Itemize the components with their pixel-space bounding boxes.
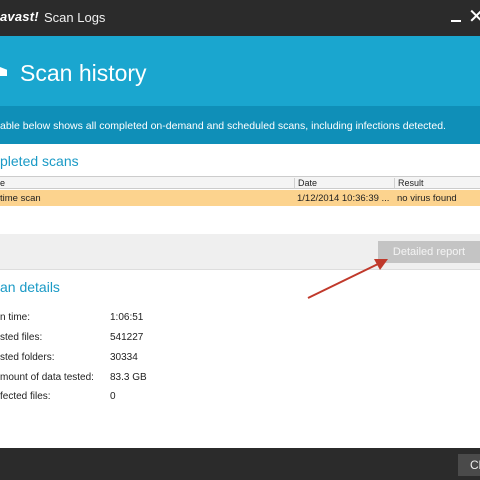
title-bar: avast! Scan Logs ✕ bbox=[0, 0, 480, 36]
history-icon bbox=[0, 67, 7, 76]
detail-value: 30334 bbox=[110, 352, 138, 363]
detail-value: 541227 bbox=[110, 332, 144, 343]
avast-logo: avast! bbox=[0, 9, 39, 24]
column-header-result[interactable]: Result bbox=[394, 178, 424, 189]
footer-bar: Cl bbox=[0, 448, 480, 480]
detail-label: n time: bbox=[0, 312, 31, 323]
window-title: Scan Logs bbox=[44, 10, 106, 25]
column-header-date[interactable]: Date bbox=[294, 178, 317, 189]
scan-result-cell: no virus found bbox=[397, 193, 457, 204]
detail-value: 1:06:51 bbox=[110, 312, 144, 323]
detail-label: sted files: bbox=[0, 332, 43, 343]
detail-value: 0 bbox=[110, 391, 116, 402]
completed-scans-title: pleted scans bbox=[0, 153, 79, 169]
page-header: Scan history bbox=[0, 36, 480, 106]
detailed-report-button[interactable]: Detailed report bbox=[378, 241, 480, 263]
description-banner: able below shows all completed on-demand… bbox=[0, 106, 480, 144]
page-title: Scan history bbox=[20, 60, 147, 86]
report-toolbar: Detailed report bbox=[0, 234, 480, 270]
close-icon[interactable]: ✕ bbox=[468, 6, 480, 28]
close-button[interactable]: Cl bbox=[458, 454, 480, 476]
table-row[interactable]: time scan 1/12/2014 10:36:39 ... no viru… bbox=[0, 190, 480, 206]
scan-date-cell: 1/12/2014 10:36:39 ... bbox=[297, 193, 390, 204]
detail-value: 83.3 GB bbox=[110, 372, 147, 383]
minimize-icon[interactable] bbox=[451, 20, 461, 22]
detail-label: mount of data tested: bbox=[0, 372, 94, 383]
description-text: able below shows all completed on-demand… bbox=[0, 120, 446, 132]
table-header: e Date Result bbox=[0, 177, 480, 189]
detail-label: sted folders: bbox=[0, 352, 55, 363]
scan-details-title: an details bbox=[0, 279, 60, 295]
detail-label: fected files: bbox=[0, 391, 51, 402]
scan-name-cell: time scan bbox=[0, 193, 41, 204]
column-header-name[interactable]: e bbox=[0, 178, 5, 189]
main-content: pleted scans e Date Result time scan 1/1… bbox=[0, 144, 480, 448]
